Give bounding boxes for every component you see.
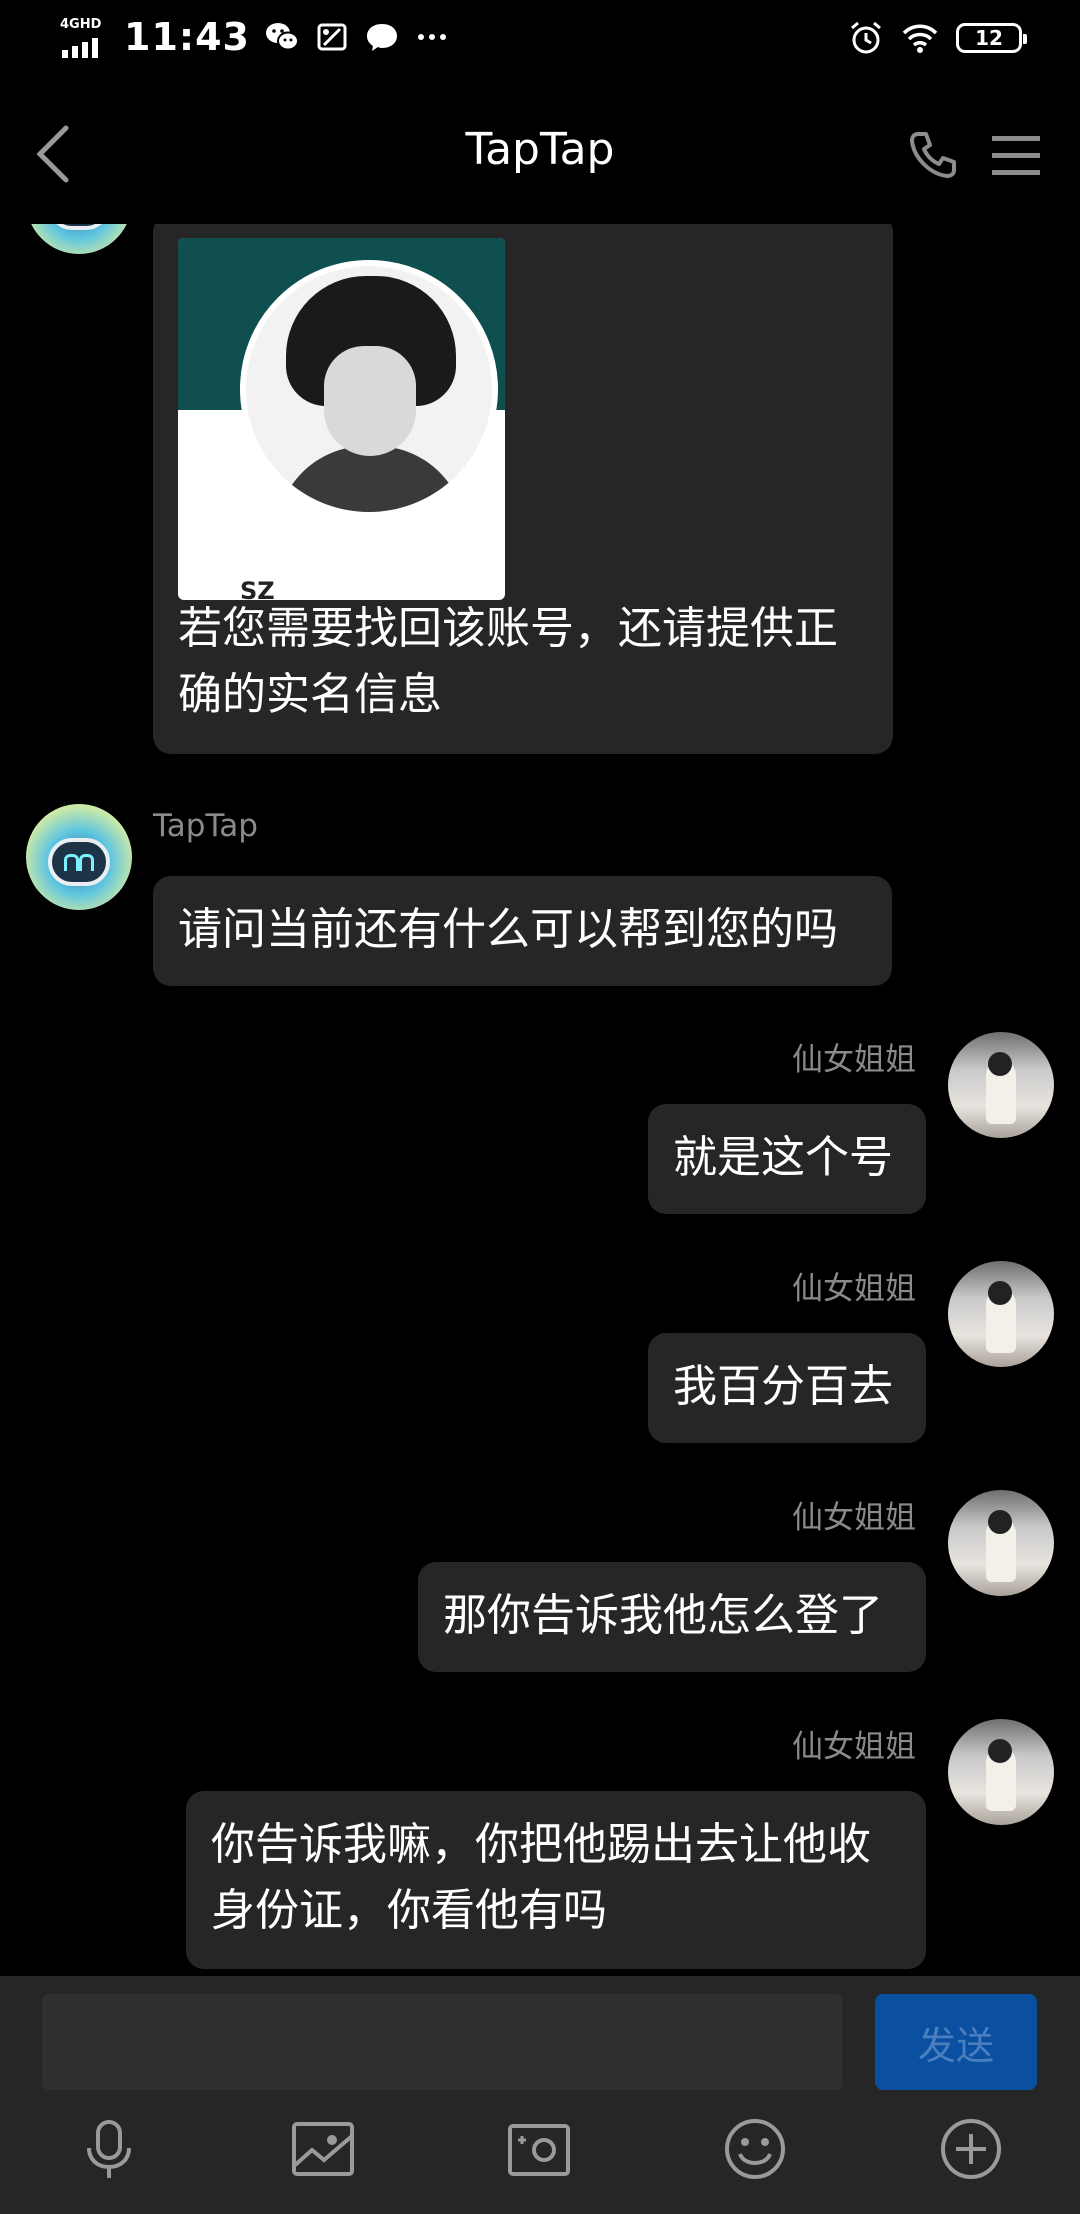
avatar[interactable] <box>26 804 132 910</box>
network-type: 4GHD <box>60 17 102 32</box>
avatar[interactable] <box>948 1032 1054 1138</box>
avatar[interactable] <box>948 1490 1054 1596</box>
message-list[interactable]: SZ 若您需要找回该账号，还请提供正 确的实名信息 TapTap 请问当前还有什… <box>0 224 1080 1976</box>
message-bubble[interactable]: 你告诉我嘛，你把他踢出去让他收 身份证，你看他有吗 <box>186 1791 926 1969</box>
sender-name: 仙女姐姐 <box>792 1042 916 1078</box>
message-line: 若您需要找回该账号，还请提供正 <box>178 603 838 654</box>
status-bar: 4GHD 11:43 12 <box>0 0 1080 84</box>
sender-name: 仙女姐姐 <box>792 1729 916 1765</box>
message-line: 那你告诉我他怎么登了 <box>443 1590 883 1641</box>
camera-icon[interactable] <box>506 2116 572 2182</box>
battery-level: 12 <box>975 26 1003 50</box>
message-bubble[interactable]: 请问当前还有什么可以帮到您的吗 <box>153 876 892 986</box>
screenshot-icon <box>317 23 347 51</box>
battery-icon: 12 <box>956 23 1027 53</box>
menu-icon[interactable] <box>990 130 1042 180</box>
status-time: 11:43 <box>124 15 250 59</box>
avatar[interactable] <box>26 224 132 254</box>
chat-header: TapTap <box>0 84 1080 224</box>
message-line: 确的实名信息 <box>178 669 442 720</box>
message-line: 你告诉我嘛，你把他踢出去让他收 <box>211 1819 871 1870</box>
message-bubble[interactable]: 就是这个号 <box>648 1104 926 1214</box>
avatar[interactable] <box>948 1261 1054 1367</box>
message-input[interactable] <box>42 1994 842 2090</box>
message-composer: 发送 <box>0 1976 1080 2214</box>
message-image[interactable]: SZ <box>178 238 505 600</box>
image-label: SZ <box>240 577 275 600</box>
message-line: 就是这个号 <box>673 1132 893 1183</box>
message-bubble[interactable]: 那你告诉我他怎么登了 <box>418 1562 926 1672</box>
plus-icon[interactable] <box>938 2116 1004 2182</box>
phone-icon[interactable] <box>906 128 960 182</box>
avatar[interactable] <box>948 1719 1054 1825</box>
more-dots-icon <box>417 34 446 40</box>
sender-name: 仙女姐姐 <box>792 1500 916 1536</box>
message-line: 我百分百去 <box>673 1361 893 1412</box>
alarm-icon <box>851 21 881 54</box>
message-bubble[interactable]: 我百分百去 <box>648 1333 926 1443</box>
wifi-icon <box>902 24 938 53</box>
send-button[interactable]: 发送 <box>875 1994 1037 2090</box>
emoji-icon[interactable] <box>722 2116 788 2182</box>
cellular-signal-icon: 4GHD <box>60 14 110 60</box>
image-icon[interactable] <box>290 2116 356 2182</box>
message-line: 请问当前还有什么可以帮到您的吗 <box>178 904 838 955</box>
message-bubble[interactable]: SZ 若您需要找回该账号，还请提供正 确的实名信息 <box>153 224 893 754</box>
wechat-icon <box>265 23 299 51</box>
message-line: 身份证，你看他有吗 <box>211 1885 607 1936</box>
sender-name: TapTap <box>153 808 258 844</box>
message-text: 若您需要找回该账号，还请提供正 确的实名信息 <box>178 596 838 728</box>
sender-name: 仙女姐姐 <box>792 1271 916 1307</box>
microphone-icon[interactable] <box>76 2116 142 2182</box>
message-icon <box>366 24 397 51</box>
